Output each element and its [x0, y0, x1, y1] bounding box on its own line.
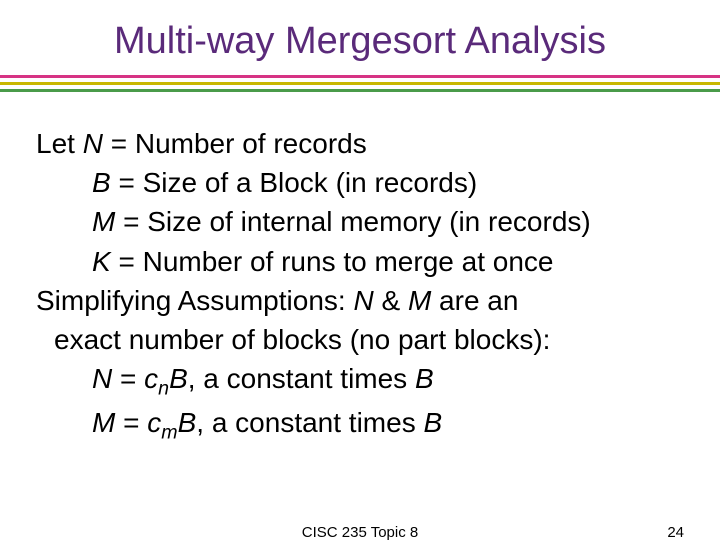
footer-course: CISC 235 Topic 8: [302, 524, 418, 541]
meq-eq: =: [115, 407, 147, 438]
var-m2: M: [408, 285, 431, 316]
line-k: K = Number of runs to merge at once: [36, 242, 684, 281]
neq-b: B: [169, 363, 188, 394]
line-n-eq: N = cnB, a constant times B: [36, 359, 684, 403]
line-simplifying-2: exact number of blocks (no part blocks):: [36, 320, 684, 359]
neq-c: c: [144, 363, 158, 394]
def-k: = Number of runs to merge at once: [111, 246, 554, 277]
meq-sub: m: [161, 422, 177, 444]
let-word: Let: [36, 128, 83, 159]
divider-rules: [0, 75, 720, 92]
line-m-eq: M = cmB, a constant times B: [36, 403, 684, 447]
simp-label: Simplifying Assumptions:: [36, 285, 353, 316]
neq-b2: B: [415, 363, 434, 394]
line-b: B = Size of a Block (in records): [36, 163, 684, 202]
simp-tail: are an: [431, 285, 518, 316]
var-n: N: [83, 128, 103, 159]
line-let-n: Let N = Number of records: [36, 124, 684, 163]
neq-n: N: [92, 363, 112, 394]
var-m: M: [92, 206, 115, 237]
amp: &: [374, 285, 408, 316]
meq-tail: , a constant times: [196, 407, 423, 438]
page-number: 24: [667, 524, 684, 541]
neq-eq: =: [112, 363, 144, 394]
meq-b: B: [178, 407, 197, 438]
def-m: = Size of internal memory (in records): [115, 206, 590, 237]
rule-magenta: [0, 75, 720, 78]
meq-b2: B: [423, 407, 442, 438]
line-simplifying-1: Simplifying Assumptions: N & M are an: [36, 281, 684, 320]
slide-title: Multi-way Mergesort Analysis: [0, 0, 720, 75]
rule-yellow: [0, 82, 720, 85]
neq-tail: , a constant times: [188, 363, 415, 394]
meq-c: c: [147, 407, 161, 438]
rule-green: [0, 89, 720, 92]
var-b: B: [92, 167, 111, 198]
meq-m: M: [92, 407, 115, 438]
def-n: = Number of records: [103, 128, 367, 159]
def-b: = Size of a Block (in records): [111, 167, 477, 198]
neq-sub: n: [158, 378, 169, 400]
slide-body: Let N = Number of records B = Size of a …: [0, 96, 720, 447]
line-m: M = Size of internal memory (in records): [36, 202, 684, 241]
var-k: K: [92, 246, 111, 277]
var-n2: N: [353, 285, 373, 316]
